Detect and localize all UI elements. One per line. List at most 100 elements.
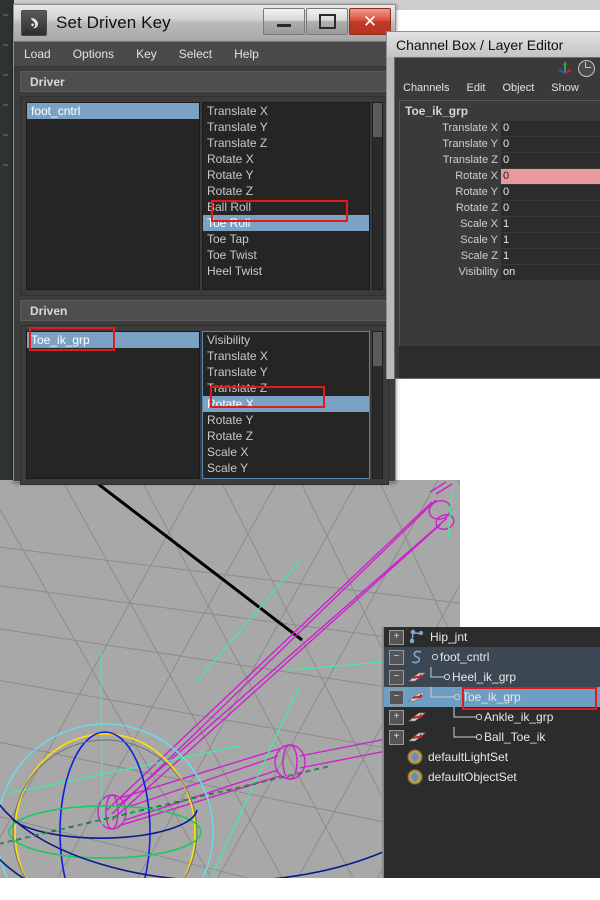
cb-menu-edit[interactable]: Edit xyxy=(466,82,485,94)
set-driven-key-window[interactable]: Set Driven Key ✕ Load Options Key Select… xyxy=(13,4,396,485)
cb-menu-show[interactable]: Show xyxy=(551,82,579,94)
collapse-minus-icon[interactable]: − xyxy=(389,649,404,665)
channel-label: Scale Z xyxy=(460,250,498,262)
driver-section: Driver foot_cntrl Translate X Translate … xyxy=(14,67,395,296)
channel-value[interactable]: 0 xyxy=(501,184,600,200)
driven-attr-rotate-z[interactable]: Rotate Z xyxy=(203,428,369,444)
cb-menu-object[interactable]: Object xyxy=(502,82,534,94)
driven-attr-translate-x[interactable]: Translate X xyxy=(203,348,369,364)
channel-row-translate-x[interactable]: Translate X 0 xyxy=(400,120,600,136)
outliner-row-heel-ik-grp[interactable]: − Heel_ik_grp xyxy=(384,667,600,687)
channel-value[interactable]: on xyxy=(501,264,600,280)
channel-row-scale-y[interactable]: Scale Y 1 xyxy=(400,232,600,248)
channel-box-inner: Channels Edit Object Show Toe_ik_grp Tra… xyxy=(394,57,600,379)
channel-box-object-name: Toe_ik_grp xyxy=(405,104,469,118)
channel-value[interactable]: 0 xyxy=(501,200,600,216)
driver-attr-translate-y[interactable]: Translate Y xyxy=(203,119,369,135)
channel-value[interactable]: 0 xyxy=(501,120,600,136)
channel-box-window[interactable]: Channel Box / Layer Editor Channels Edit… xyxy=(386,31,600,379)
driver-attribute-list[interactable]: Translate X Translate Y Translate Z Rota… xyxy=(202,102,370,290)
driver-attr-toe-roll[interactable]: Toe Roll xyxy=(203,215,369,231)
collapse-minus-icon[interactable]: − xyxy=(389,689,404,705)
channel-row-rotate-y[interactable]: Rotate Y 0 xyxy=(400,184,600,200)
channel-row-translate-y[interactable]: Translate Y 0 xyxy=(400,136,600,152)
channel-value[interactable]: 1 xyxy=(501,248,600,264)
outliner-row-toe-ik-grp[interactable]: − Toe_ik_grp xyxy=(384,687,600,710)
channel-value-driven[interactable]: 0 xyxy=(501,168,600,184)
driven-attr-rotate-y[interactable]: Rotate Y xyxy=(203,412,369,428)
driven-section-header: Driven xyxy=(20,300,389,321)
driven-object-item[interactable]: Toe_ik_grp xyxy=(27,332,199,348)
collapse-minus-icon[interactable]: − xyxy=(389,669,404,685)
driver-object-item[interactable]: foot_cntrl xyxy=(27,103,199,119)
driver-attr-heel-twist[interactable]: Heel Twist xyxy=(203,263,369,279)
menu-item-help[interactable]: Help xyxy=(234,47,259,61)
channel-row-rotate-x[interactable]: Rotate X 0 xyxy=(400,168,600,184)
driver-attr-toe-tap[interactable]: Toe Tap xyxy=(203,231,369,247)
driven-object-list[interactable]: Toe_ik_grp xyxy=(26,331,200,479)
channel-row-visibility[interactable]: Visibility on xyxy=(400,264,600,280)
tree-connector xyxy=(453,727,483,741)
outliner-label: defaultLightSet xyxy=(428,750,509,764)
expand-plus-icon[interactable]: + xyxy=(389,729,404,745)
channel-label: Translate Y xyxy=(442,138,498,150)
driven-attr-translate-z[interactable]: Translate Z xyxy=(203,380,369,396)
channel-label: Visibility xyxy=(458,266,498,278)
menu-item-select[interactable]: Select xyxy=(179,47,212,61)
driven-attr-rotate-x[interactable]: Rotate X xyxy=(203,396,369,412)
driven-attr-visibility[interactable]: Visibility xyxy=(203,332,369,348)
curve-s-icon xyxy=(404,649,430,665)
sdk-title-bar[interactable]: Set Driven Key ✕ xyxy=(14,5,395,42)
outliner-row-default-object-set[interactable]: defaultObjectSet xyxy=(384,767,600,787)
ik-handle-icon xyxy=(404,670,430,684)
outliner-row-ball-toe-ik[interactable]: + Ball_Toe_ik xyxy=(384,727,600,747)
driver-attr-rotate-z[interactable]: Rotate Z xyxy=(203,183,369,199)
outliner-panel[interactable]: + Hip_jnt − foot_cntrl − Heel_ik_grp − T… xyxy=(382,627,600,878)
driver-attr-ball-roll[interactable]: Ball Roll xyxy=(203,199,369,215)
outliner-row-hip-jnt[interactable]: + Hip_jnt xyxy=(384,627,600,647)
expander-placeholder xyxy=(389,751,402,764)
outliner-row-default-light-set[interactable]: defaultLightSet xyxy=(384,747,600,767)
menu-item-key[interactable]: Key xyxy=(136,47,157,61)
driven-attribute-list[interactable]: Visibility Translate X Translate Y Trans… xyxy=(202,331,370,479)
channel-row-translate-z[interactable]: Translate Z 0 xyxy=(400,152,600,168)
menu-item-load[interactable]: Load xyxy=(24,47,51,61)
expand-plus-icon[interactable]: + xyxy=(389,629,404,645)
outliner-label: Ankle_ik_grp xyxy=(484,710,554,724)
driver-object-list[interactable]: foot_cntrl xyxy=(26,102,200,290)
driver-attr-rotate-y[interactable]: Rotate Y xyxy=(203,167,369,183)
outliner-label: Heel_ik_grp xyxy=(452,670,517,684)
driven-attr-scale-y[interactable]: Scale Y xyxy=(203,460,369,476)
close-button[interactable]: ✕ xyxy=(349,8,391,35)
maximize-button[interactable] xyxy=(306,8,348,35)
channel-row-scale-z[interactable]: Scale Z 1 xyxy=(400,248,600,264)
driver-section-header: Driver xyxy=(20,71,389,92)
channel-value[interactable]: 0 xyxy=(501,136,600,152)
axis-tripod-icon[interactable] xyxy=(557,60,573,75)
driver-list-scrollbar[interactable] xyxy=(372,102,383,290)
channel-row-rotate-z[interactable]: Rotate Z 0 xyxy=(400,200,600,216)
driven-section-body: Toe_ik_grp Visibility Translate X Transl… xyxy=(20,325,389,485)
menu-item-options[interactable]: Options xyxy=(73,47,114,61)
outliner-row-ankle-ik-grp[interactable]: + Ankle_ik_grp xyxy=(384,707,600,727)
cb-menu-channels[interactable]: Channels xyxy=(403,82,449,94)
driver-attr-translate-z[interactable]: Translate Z xyxy=(203,135,369,151)
channel-value[interactable]: 0 xyxy=(501,152,600,168)
clock-icon[interactable] xyxy=(578,60,595,77)
driver-attr-toe-twist[interactable]: Toe Twist xyxy=(203,247,369,263)
driven-attr-scale-z[interactable]: Scale Z xyxy=(203,476,369,478)
tree-node-dot xyxy=(430,652,440,662)
driven-list-scrollbar[interactable] xyxy=(372,331,383,479)
expand-plus-icon[interactable]: + xyxy=(389,709,404,725)
channel-box-attribute-list[interactable]: Toe_ik_grp Translate X 0 Translate Y 0 T… xyxy=(399,100,600,346)
driver-attr-translate-x[interactable]: Translate X xyxy=(203,103,369,119)
channel-value[interactable]: 1 xyxy=(501,232,600,248)
driven-attr-translate-y[interactable]: Translate Y xyxy=(203,364,369,380)
minimize-button[interactable] xyxy=(263,8,305,35)
channel-value[interactable]: 1 xyxy=(501,216,600,232)
driver-attr-rotate-x[interactable]: Rotate X xyxy=(203,151,369,167)
outliner-row-foot-cntrl[interactable]: − foot_cntrl xyxy=(384,647,600,667)
set-icon xyxy=(402,748,428,766)
channel-row-scale-x[interactable]: Scale X 1 xyxy=(400,216,600,232)
driven-attr-scale-x[interactable]: Scale X xyxy=(203,444,369,460)
